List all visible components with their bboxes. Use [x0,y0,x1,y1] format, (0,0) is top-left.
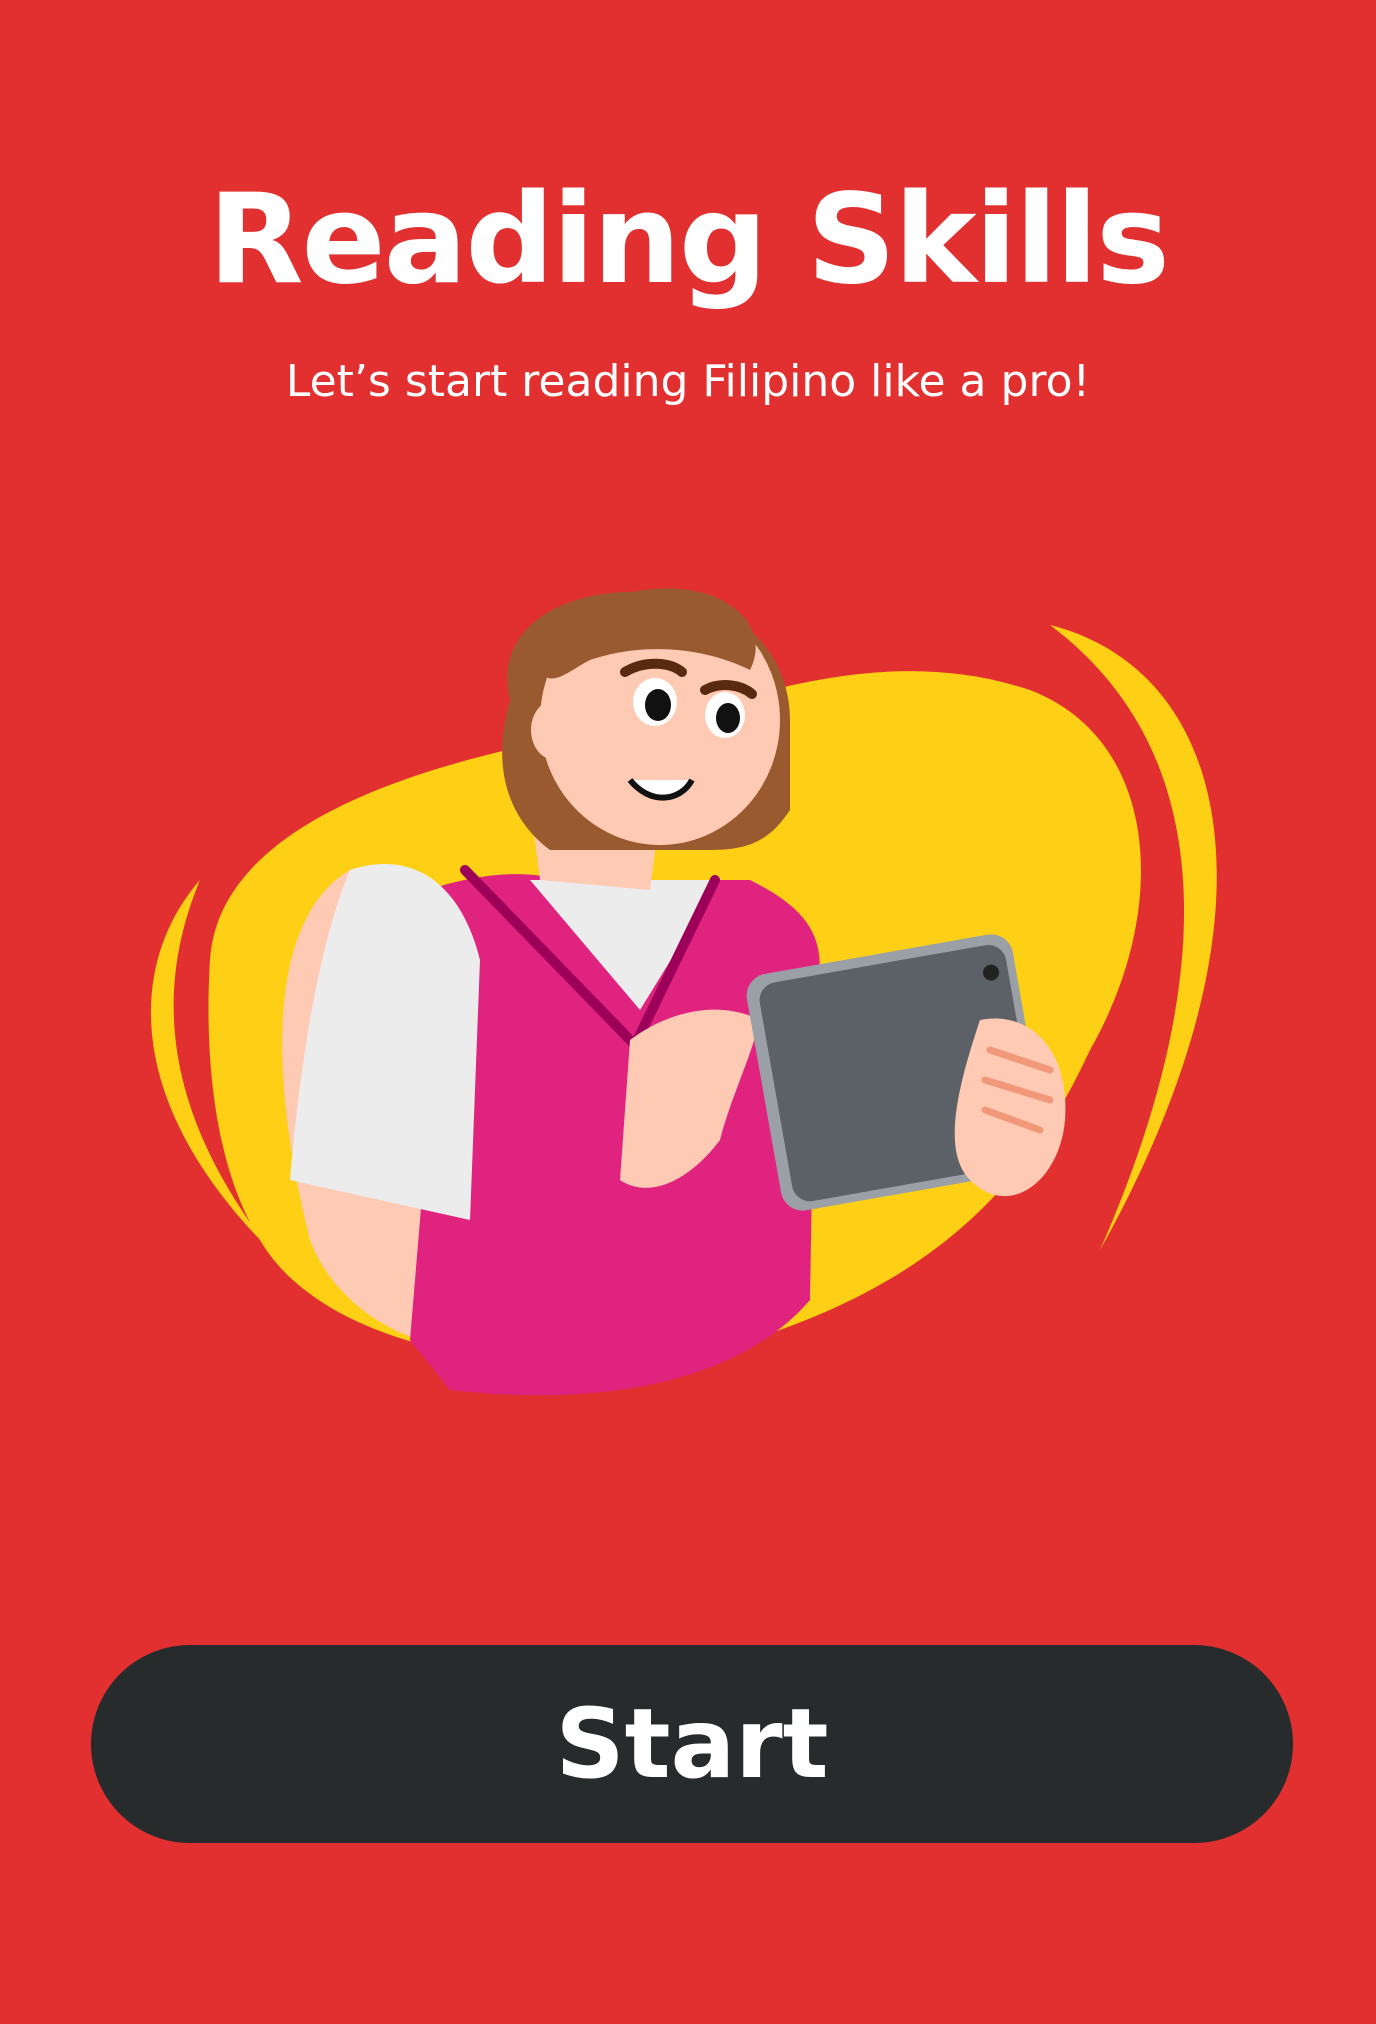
page-title: Reading Skills [208,168,1170,312]
page-subtitle: Let’s start reading Filipino like a pro! [285,356,1091,407]
start-button[interactable]: Start [91,1645,1293,1843]
girl-reading-tablet-illustration [150,588,1217,1396]
reading-skills-screen: Reading Skills Let’s start reading Filip… [0,0,1376,2024]
